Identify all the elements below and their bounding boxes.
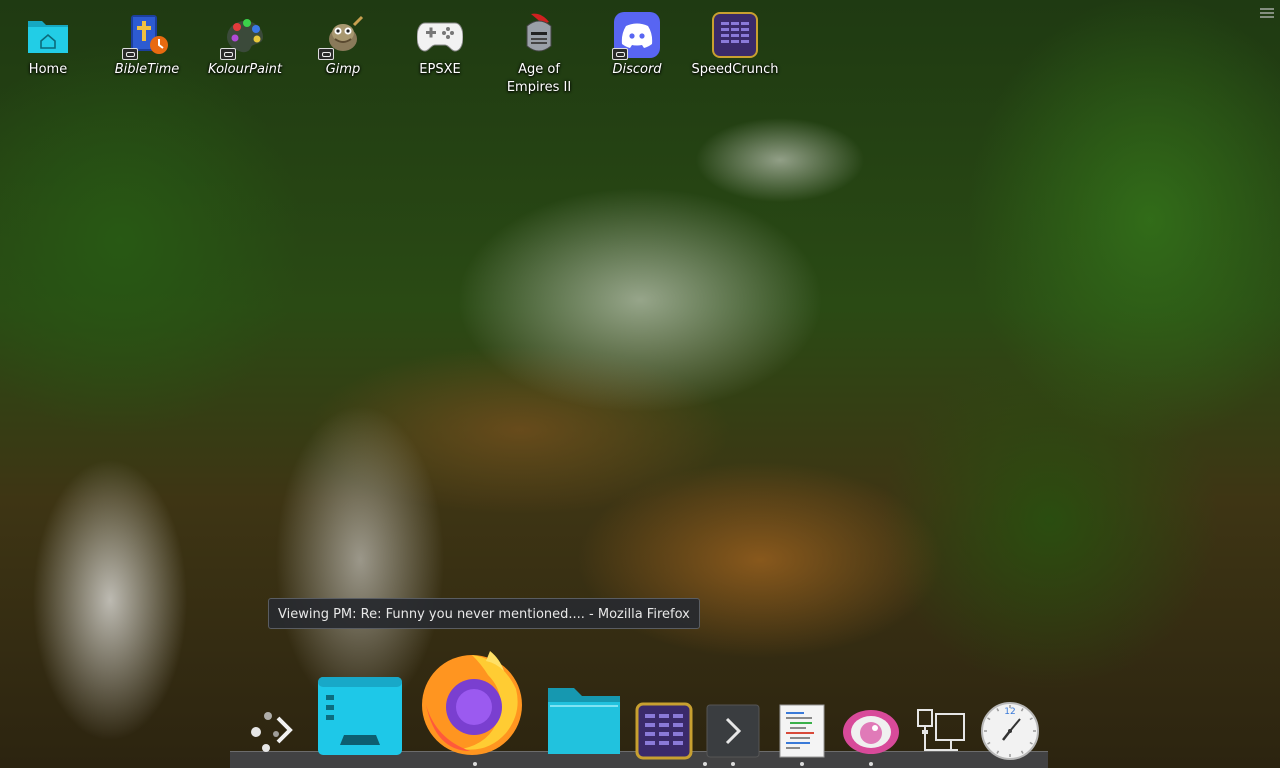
running-indicator-dot [800,762,804,766]
calculator-icon [712,12,758,58]
gamepad-icon [417,12,463,58]
running-indicator-dot [731,762,735,766]
link-badge-icon [612,48,628,60]
knight-helmet-icon [516,12,562,58]
dock-item-terminal[interactable] [704,702,762,760]
link-badge-icon [122,48,138,60]
desktop-toolbox-menu-icon[interactable] [1260,6,1274,18]
desktop-icon-kolourpaint[interactable]: KolourPaint [197,8,293,79]
desktop-icon-label: KolourPaint [208,62,282,77]
desktop-icon-gimp[interactable]: Gimp [295,8,391,79]
desktop-icon-speedcrunch[interactable]: SpeedCrunch [687,8,783,79]
running-indicator-dot [869,762,873,766]
text-editor-icon [779,704,825,758]
desktop-icon-label: Gimp [325,62,361,77]
running-indicator-dot [703,762,707,766]
firefox-icon [422,651,522,755]
clock-numeral: 12 [1004,707,1015,717]
terminal-icon [706,704,760,758]
kolourpaint-icon [220,12,268,60]
clock-icon: 12 [981,702,1039,760]
desktop-icon-epsxe[interactable]: EPSXE [392,8,488,79]
desktop-icon-label: Age of Empires II [506,62,572,95]
link-badge-icon [318,48,334,60]
kde-connect-icon [251,712,293,752]
desktop-icon-label: Discord [612,62,662,77]
dock-item-speedcrunch[interactable] [634,702,694,760]
desktop-icon-label: BibleTime [114,62,180,77]
dock-item-kde-connect[interactable] [244,700,300,756]
desktop-icon-home[interactable]: Home [0,8,96,79]
eye-icon [843,710,899,754]
desktop-icon-bibletime[interactable]: BibleTime [99,8,195,79]
calculator-icon [635,702,693,760]
discord-icon [612,12,660,60]
dock-item-file-manager[interactable] [542,682,626,760]
gimp-icon [318,12,366,60]
dock-item-network[interactable] [912,704,970,760]
desktop-icon-discord[interactable]: Discord [589,8,685,79]
dock-item-firefox[interactable] [418,646,526,758]
home-folder-icon [25,12,71,58]
desktop-icon-label: Home [28,62,68,77]
dock: 12 [230,640,1048,768]
taskbar-tooltip: Viewing PM: Re: Funny you never mentione… [268,598,700,629]
dock-item-image-viewer[interactable] [840,706,902,758]
link-badge-icon [220,48,236,60]
folder-icon [548,688,620,754]
bibletime-icon [122,12,170,60]
running-indicator-dot [473,762,477,766]
dock-item-desktop[interactable] [312,674,406,760]
dock-item-text-editor[interactable] [776,702,828,760]
desktop-window-icon [318,677,402,755]
network-icon [917,709,965,751]
dock-item-clock[interactable]: 12 [978,700,1042,762]
desktop-icon-label: EPSXE [419,62,461,77]
desktop-icon-label: SpeedCrunch [691,62,779,77]
desktop-icon-grid: Home BibleTime KolourPaint Gimp EPSXE Ag… [0,8,800,108]
desktop-icon-age-of-empires[interactable]: Age of Empires II [491,8,587,97]
